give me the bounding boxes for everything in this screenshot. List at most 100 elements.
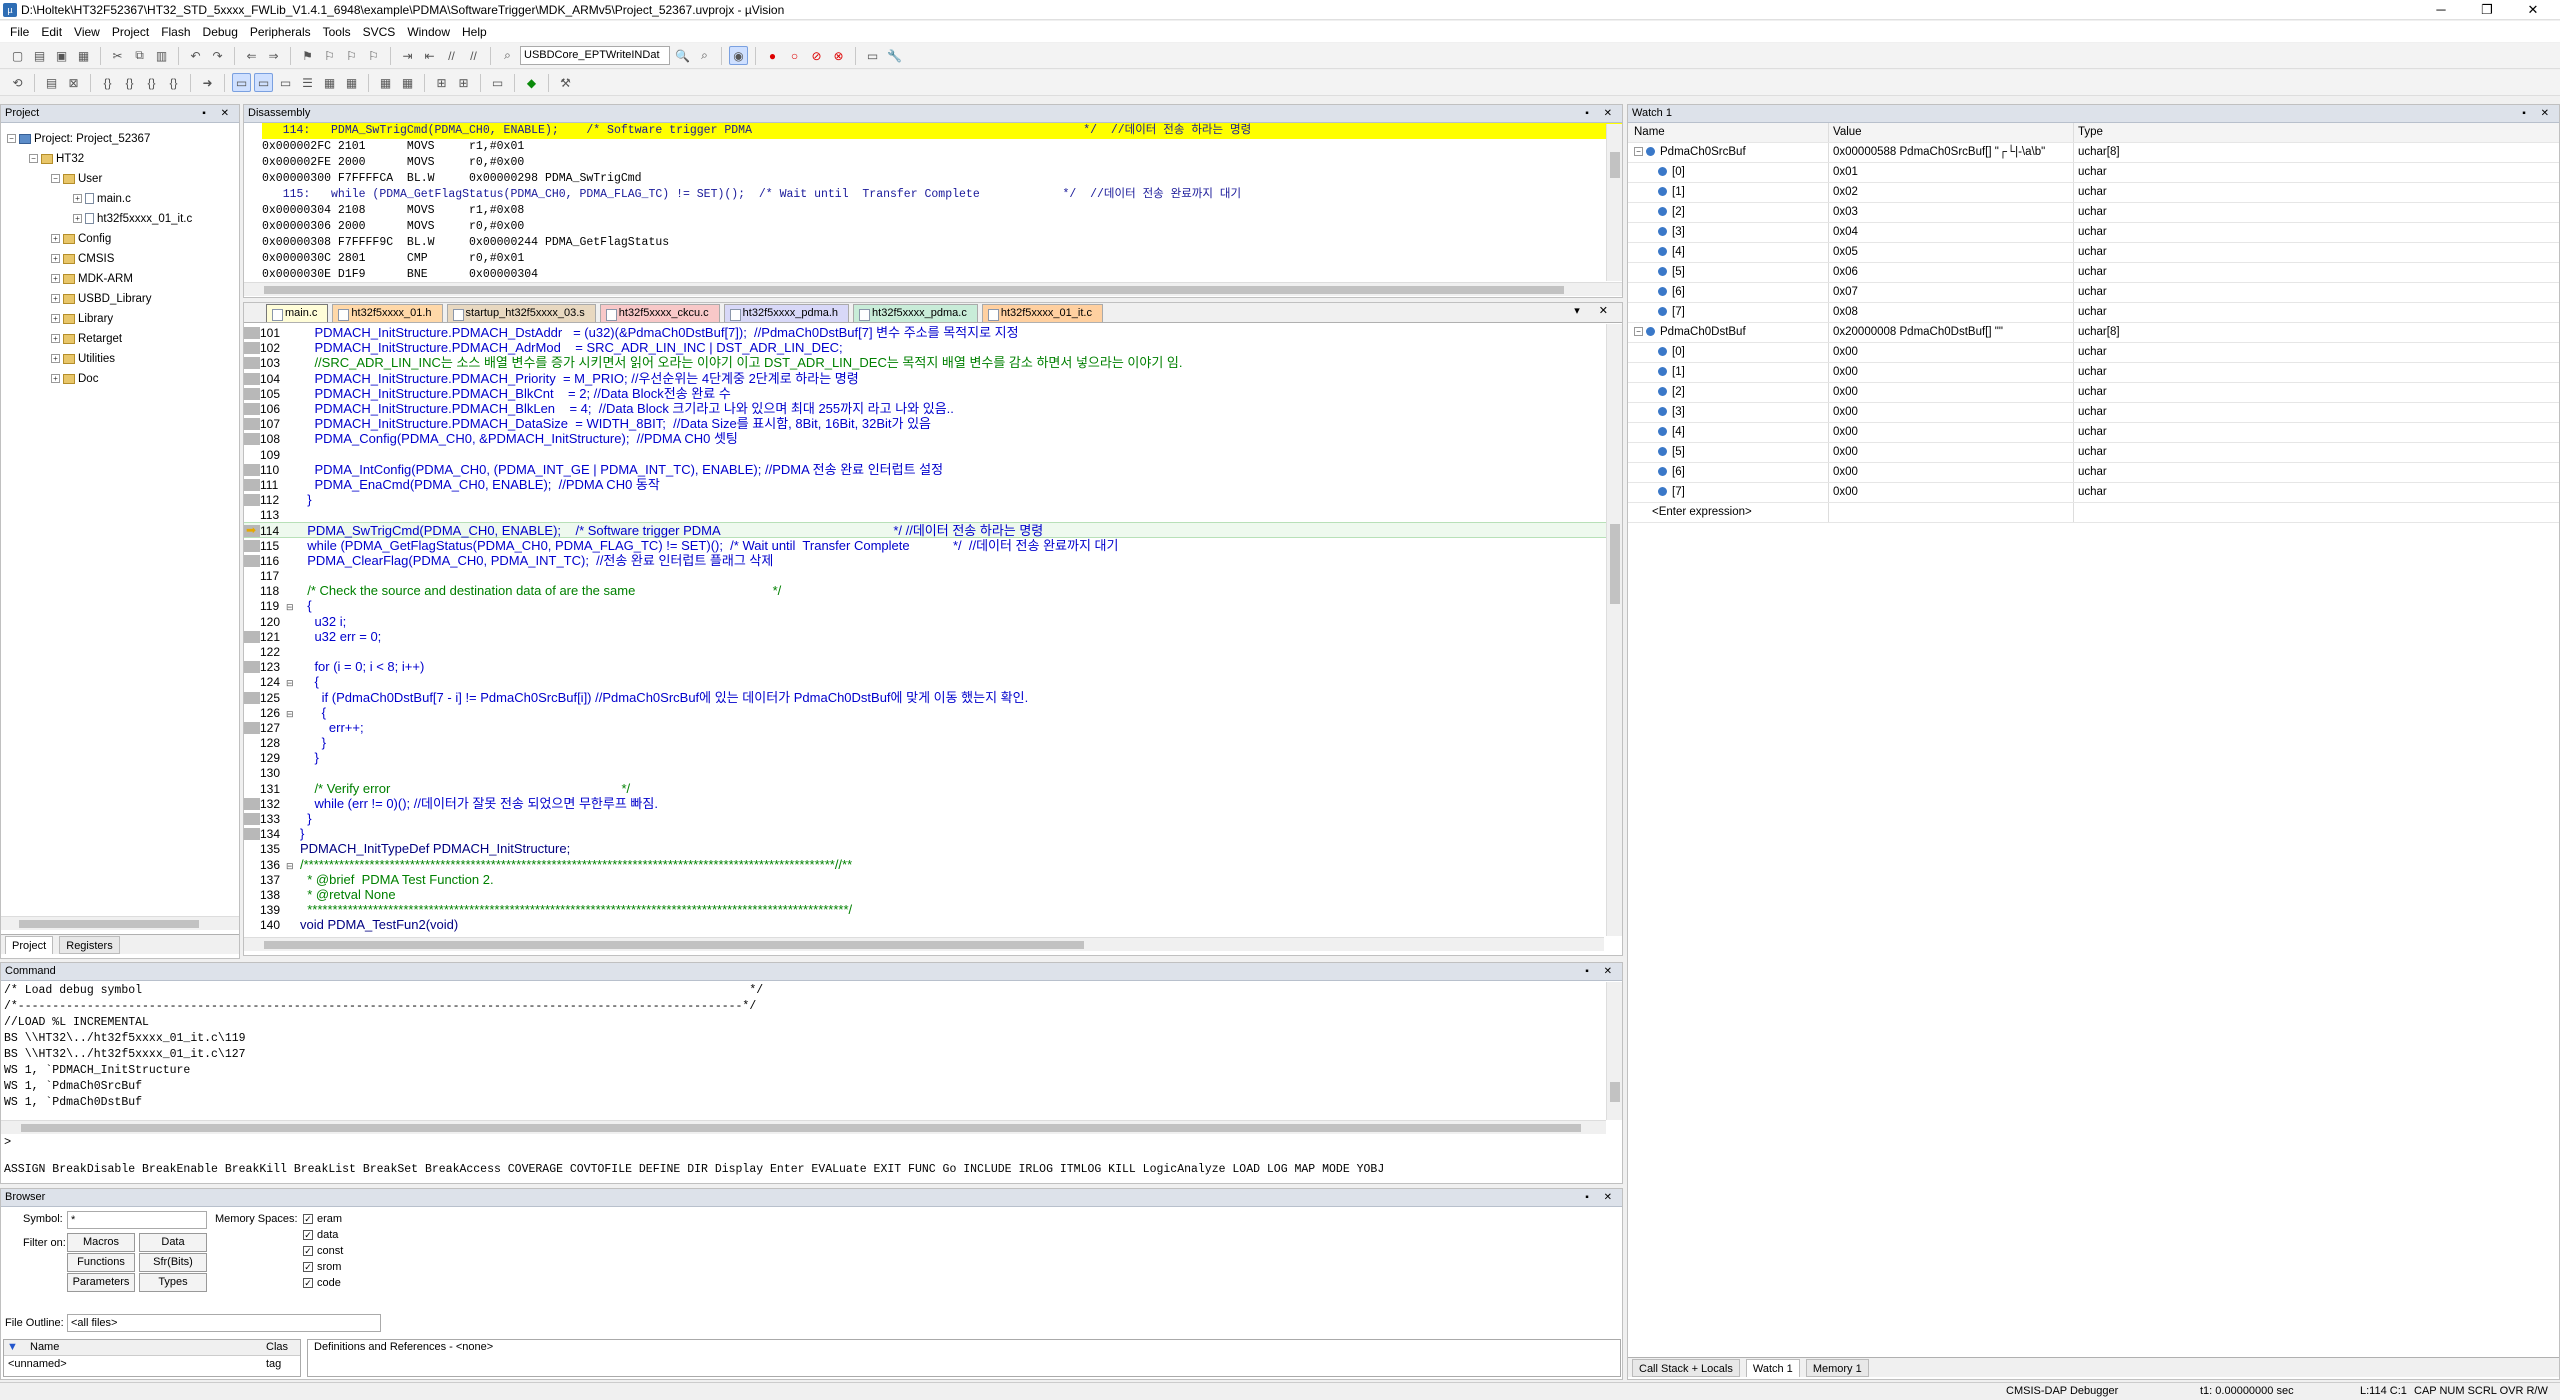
- source-line[interactable]: 140 void PDMA_TestFun2(void): [244, 917, 1622, 932]
- configure-icon[interactable]: 🔧: [885, 46, 904, 65]
- pane-controls[interactable]: ▪ ✕: [1585, 105, 1618, 122]
- disassembly-line[interactable]: 0x00000306 2000 MOVS r0,#0x00: [262, 219, 1622, 235]
- watch-value[interactable]: 0x01: [1828, 163, 2073, 182]
- code-coverage-marker[interactable]: [244, 828, 260, 841]
- tab-watch-1[interactable]: Watch 1: [1745, 1358, 1800, 1377]
- undo-icon[interactable]: ↶: [186, 46, 205, 65]
- filter-functions-button[interactable]: Functions: [67, 1253, 135, 1272]
- watch-value[interactable]: 0x00: [1828, 403, 2073, 422]
- watch-row[interactable]: [2] 0x00 uchar: [1628, 383, 2559, 403]
- tab-call-stack-locals[interactable]: Call Stack + Locals: [1632, 1358, 1740, 1377]
- disassembly-hscroll[interactable]: [244, 282, 1622, 296]
- breakpoint-insert-icon[interactable]: ●: [763, 46, 782, 65]
- source-line[interactable]: 124 ⊟ {: [244, 674, 1622, 689]
- source-line[interactable]: 108 PDMA_Config(PDMA_CH0, &PDMACH_InitSt…: [244, 431, 1622, 446]
- watch-row[interactable]: [7] 0x00 uchar: [1628, 483, 2559, 503]
- menu-window[interactable]: Window: [401, 25, 456, 39]
- command-prompt[interactable]: >: [4, 1135, 11, 1149]
- watch-value[interactable]: 0x00: [1828, 363, 2073, 382]
- tab-file-2[interactable]: startup_ht32f5xxxx_03.s: [446, 304, 596, 322]
- source-line[interactable]: 133 }: [244, 811, 1622, 826]
- menu-edit[interactable]: Edit: [35, 25, 68, 39]
- code-coverage-marker[interactable]: [244, 691, 260, 704]
- debug-settings-icon[interactable]: ⚒: [556, 73, 575, 92]
- tab-file-5[interactable]: ht32f5xxxx_pdma.c: [853, 304, 978, 322]
- save-all-icon[interactable]: ▦: [74, 46, 93, 65]
- bookmark-toggle-icon[interactable]: ⚑: [298, 46, 317, 65]
- pane-controls[interactable]: ▪ ✕: [1585, 1189, 1618, 1206]
- tab-project[interactable]: Project: [5, 935, 54, 954]
- tree-group-usbd-library[interactable]: + USBD_Library: [7, 289, 239, 309]
- disassembly-line[interactable]: 0x000002FC 2101 MOVS r1,#0x01: [262, 139, 1622, 155]
- watch-row[interactable]: [3] 0x00 uchar: [1628, 403, 2559, 423]
- source-line[interactable]: 128 }: [244, 735, 1622, 750]
- watch-row[interactable]: [1] 0x02 uchar: [1628, 183, 2559, 203]
- menu-file[interactable]: File: [4, 25, 35, 39]
- find-in-files-icon[interactable]: ⌕: [498, 46, 517, 65]
- watch-value[interactable]: 0x03: [1828, 203, 2073, 222]
- tree-file-main[interactable]: + main.c: [7, 189, 239, 209]
- pane-controls[interactable]: ▪ ✕: [1585, 963, 1618, 980]
- watch-value[interactable]: 0x02: [1828, 183, 2073, 202]
- watch-value[interactable]: 0x06: [1828, 263, 2073, 282]
- step-into-icon[interactable]: {}: [98, 73, 117, 92]
- code-coverage-marker[interactable]: [244, 539, 260, 552]
- code-coverage-marker[interactable]: [244, 327, 260, 339]
- disassembly-line[interactable]: 0x0000030E D1F9 BNE 0x00000304: [262, 267, 1622, 281]
- filter-types-button[interactable]: Types: [139, 1273, 207, 1292]
- code-coverage-marker[interactable]: [244, 357, 260, 370]
- code-coverage-marker[interactable]: [244, 797, 260, 810]
- source-line[interactable]: 107 PDMACH_InitStructure.PDMACH_DataSize…: [244, 416, 1622, 431]
- open-file-icon[interactable]: ▤: [30, 46, 49, 65]
- source-line[interactable]: 106 PDMACH_InitStructure.PDMACH_BlkLen =…: [244, 401, 1622, 416]
- watch-row[interactable]: − PdmaCh0DstBuf 0x20000008 PdmaCh0DstBuf[]…: [1628, 323, 2559, 343]
- col-name[interactable]: Name: [30, 1340, 59, 1355]
- system-viewer-icon[interactable]: ▭: [488, 73, 507, 92]
- menu-tools[interactable]: Tools: [317, 25, 357, 39]
- watch-row[interactable]: [0] 0x01 uchar: [1628, 163, 2559, 183]
- disassembly-vscroll[interactable]: [1606, 124, 1622, 281]
- tab-controls[interactable]: ▾ ✕: [1574, 304, 1616, 317]
- source-line[interactable]: ➡ 114 PDMA_SwTrigCmd(PDMA_CH0, ENABLE); /…: [244, 522, 1622, 538]
- breakpoint-enable-icon[interactable]: ○: [785, 46, 804, 65]
- watch-value[interactable]: 0x00: [1828, 443, 2073, 462]
- show-next-statement-icon[interactable]: ➜: [198, 73, 217, 92]
- watch-value[interactable]: 0x00: [1828, 423, 2073, 442]
- source-line[interactable]: 126 ⊟ {: [244, 705, 1622, 720]
- breakpoint-kill-all-icon[interactable]: ⊗: [829, 46, 848, 65]
- watch-row[interactable]: [7] 0x08 uchar: [1628, 303, 2559, 323]
- code-coverage-marker[interactable]: [244, 554, 260, 567]
- source-listing[interactable]: 101 PDMACH_InitStructure.PDMACH_DstAddr …: [244, 323, 1622, 935]
- disassembly-line[interactable]: 115: while (PDMA_GetFlagStatus(PDMA_CH0,…: [262, 187, 1622, 203]
- tab-file-6[interactable]: ht32f5xxxx_01_it.c: [981, 304, 1103, 322]
- maximize-button[interactable]: ❐: [2464, 0, 2510, 20]
- analysis-window-icon[interactable]: ⊞: [432, 73, 451, 92]
- col-class[interactable]: Clas: [266, 1340, 288, 1355]
- source-line[interactable]: 111 PDMA_EnaCmd(PDMA_CH0, ENABLE); //PDM…: [244, 477, 1622, 492]
- debug-session-icon[interactable]: ◉: [729, 46, 748, 65]
- checkbox-eram[interactable]: ✓ eram: [303, 1211, 343, 1227]
- menu-peripherals[interactable]: Peripherals: [244, 25, 317, 39]
- editor-vscroll[interactable]: [1606, 324, 1622, 936]
- disassembly-line[interactable]: 0x00000308 F7FFFF9C BL.W 0x00000244 PDMA…: [262, 235, 1622, 251]
- paste-icon[interactable]: ▥: [152, 46, 171, 65]
- redo-icon[interactable]: ↷: [208, 46, 227, 65]
- watch-row[interactable]: [5] 0x00 uchar: [1628, 443, 2559, 463]
- pane-controls[interactable]: ▪ ✕: [202, 105, 235, 122]
- command-vscroll[interactable]: [1606, 982, 1622, 1120]
- tab-file-3[interactable]: ht32f5xxxx_ckcu.c: [599, 304, 720, 322]
- incremental-find-icon[interactable]: ⌕: [695, 46, 714, 65]
- source-line[interactable]: 103 //SRC_ADR_LIN_INC는 소스 배열 변수를 증가 시키면서…: [244, 355, 1622, 370]
- target-combo[interactable]: USBDCore_EPTWriteINDat: [520, 46, 670, 65]
- tab-file-4[interactable]: ht32f5xxxx_pdma.h: [723, 304, 850, 322]
- close-button[interactable]: ✕: [2510, 0, 2556, 20]
- tab-registers[interactable]: Registers: [59, 935, 120, 954]
- watch-value[interactable]: 0x20000008 PdmaCh0DstBuf[] "": [1828, 323, 2073, 342]
- indent-icon[interactable]: ⇥: [398, 46, 417, 65]
- source-line[interactable]: 110 PDMA_IntConfig(PDMA_CH0, (PDMA_INT_G…: [244, 462, 1622, 477]
- find-icon[interactable]: 🔍: [673, 46, 692, 65]
- watch-row[interactable]: [4] 0x05 uchar: [1628, 243, 2559, 263]
- tree-group-mdk-arm[interactable]: + MDK-ARM: [7, 269, 239, 289]
- file-outline-combo[interactable]: <all files>: [67, 1314, 381, 1332]
- code-coverage-marker[interactable]: [244, 372, 260, 385]
